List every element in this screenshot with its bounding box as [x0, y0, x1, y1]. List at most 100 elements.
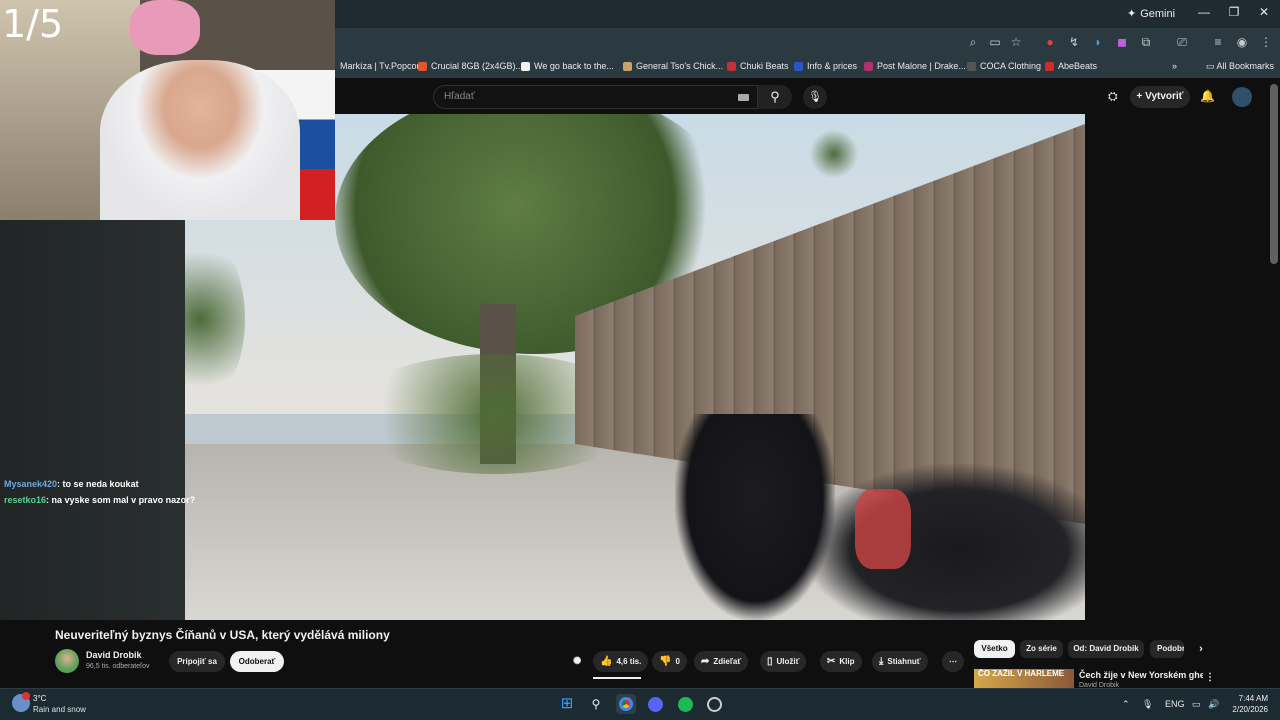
microphone-tray-icon[interactable]: 🎙 — [1142, 699, 1153, 710]
bookmark-favicon — [418, 61, 427, 71]
minimize-button[interactable]: — — [1190, 5, 1218, 19]
plus-icon: + — [1136, 91, 1146, 102]
cast-icon[interactable]: ⎚ — [1174, 34, 1190, 50]
bookmark-favicon — [967, 61, 976, 71]
bookmark-item[interactable]: General Tso's Chick... — [623, 61, 723, 71]
ask-ai-button[interactable]: ✺ — [573, 651, 581, 672]
webcam-streamer — [100, 60, 300, 220]
bookmark-item[interactable]: Crucial 8GB (2x4GB)... — [418, 61, 523, 71]
install-icon[interactable]: ▭ — [987, 34, 1003, 50]
keyboard-icon[interactable] — [738, 94, 749, 101]
bookmark-star-icon[interactable]: ☆ — [1008, 34, 1024, 50]
extension-icon[interactable]: ↯ — [1066, 34, 1082, 50]
tray-overflow-icon[interactable]: ⌃ — [1122, 699, 1130, 710]
download-icon: ⤓ — [879, 656, 884, 667]
clip-button[interactable]: ✂ Klip — [820, 651, 862, 672]
chrome-icon[interactable] — [616, 694, 636, 714]
media-icon[interactable]: ≡ — [1210, 34, 1226, 50]
search-button[interactable]: ⚲ — [758, 85, 792, 109]
page-scrollbar[interactable] — [1270, 84, 1278, 264]
sparkle-icon: ✺ — [573, 656, 582, 667]
save-button[interactable]: ▯ Uložiť — [760, 651, 807, 672]
more-actions-button[interactable]: ⋯ — [942, 651, 964, 672]
recommended-thumbnail[interactable]: ČO ZAŽIL V HARLEME — [974, 669, 1074, 688]
bookmark-item[interactable]: We go back to the... — [521, 61, 614, 71]
language-indicator[interactable]: ENG — [1165, 699, 1185, 709]
share-button[interactable]: ➦ Zdieľať — [694, 651, 749, 672]
bookmark-icon: ▯ — [767, 656, 773, 667]
chip-related[interactable]: Podobné — [1150, 640, 1184, 658]
zoom-icon[interactable]: ⌕ — [965, 34, 981, 50]
extensions-puzzle-icon[interactable]: ⧉ — [1138, 34, 1154, 50]
network-icon[interactable]: ▭ — [1192, 699, 1201, 710]
extension-red-icon[interactable]: ● — [1042, 34, 1058, 50]
all-bookmarks-button[interactable]: ▭ All Bookmarks — [1206, 61, 1274, 72]
obs-icon[interactable] — [704, 694, 724, 714]
chat-text: : na vyske som mal v pravo nazor? — [46, 495, 196, 505]
extension-purple-icon[interactable]: ◼ — [1114, 34, 1130, 50]
bookmark-favicon — [623, 61, 632, 71]
bookmark-item[interactable]: Info & prices — [794, 61, 857, 71]
folder-icon: ▭ — [1206, 61, 1217, 71]
extension-blue-icon[interactable]: ◗ — [1090, 34, 1106, 50]
cast-icon[interactable]: ⛭ — [1108, 89, 1118, 104]
avatar[interactable] — [1232, 87, 1252, 107]
bookmark-item[interactable]: AbeBeats — [1045, 61, 1097, 71]
chevron-right-icon[interactable]: › — [1190, 640, 1212, 658]
menu-kebab-icon[interactable]: ⋮ — [1258, 34, 1274, 50]
weather-description[interactable]: Rain and snow — [33, 705, 86, 714]
start-windows-icon[interactable]: ⊞ — [557, 694, 577, 714]
chip-series[interactable]: Zo série — [1020, 640, 1063, 658]
stream-counter: 1/5 — [2, 2, 64, 46]
bookmark-favicon — [1045, 61, 1054, 71]
like-button[interactable]: 👍 4,6 tis. — [593, 651, 649, 672]
bookmarks-overflow-icon[interactable]: » — [1172, 61, 1177, 71]
download-button[interactable]: ⤓ Stiahnuť — [872, 651, 928, 672]
channel-avatar[interactable] — [55, 649, 79, 673]
chat-message: resetko16: na vyske som mal v pravo nazo… — [4, 495, 195, 505]
clock-time: 7:44 AM — [1238, 694, 1268, 703]
video-frame-dog — [675, 414, 835, 620]
chat-text: : to se neda koukat — [57, 479, 139, 489]
video-frame-minibike — [805, 464, 1085, 620]
notifications-bell-icon[interactable]: 🔔 — [1200, 89, 1215, 103]
webcam-overlay: 1/5 — [0, 0, 335, 220]
thumbs-up-icon: 👍 — [600, 656, 613, 667]
weather-temperature[interactable]: 3°C — [33, 694, 46, 703]
bookmark-item[interactable]: COCA Clothing — [967, 61, 1041, 71]
recommended-video-title[interactable]: Čech žije v New Yorském ghettu — [1079, 670, 1216, 680]
create-button[interactable]: + Vytvoriť — [1130, 86, 1190, 108]
share-icon: ➦ — [701, 656, 710, 667]
scissors-icon: ✂ — [827, 656, 836, 667]
voice-search-button[interactable]: 🎙 — [803, 85, 827, 109]
bookmark-item[interactable]: Post Malone | Drake... — [864, 61, 966, 71]
video-frame-bike-seat — [855, 489, 911, 569]
chat-username: Mysanek420 — [4, 479, 58, 489]
dislike-button[interactable]: 👎 0 — [652, 651, 687, 672]
bookmark-favicon — [521, 61, 530, 71]
spotify-icon[interactable] — [675, 694, 695, 714]
maximize-button[interactable]: ❐ — [1220, 5, 1248, 19]
bookmark-item[interactable]: Markíza | Tv.Popcor... — [336, 61, 427, 71]
join-button[interactable]: Pripojiť sa — [169, 651, 225, 672]
bookmark-favicon — [794, 61, 803, 71]
taskbar-search-icon[interactable]: ⚲ — [586, 694, 606, 714]
mic-icon: 🎙 — [808, 91, 822, 103]
chip-from-channel[interactable]: Od: David Drobik — [1068, 640, 1144, 658]
profile-icon[interactable]: ◉ — [1234, 34, 1250, 50]
taskbar-clock[interactable]: 7:44 AM 2/20/2026 — [1228, 693, 1268, 715]
discord-icon[interactable] — [645, 694, 665, 714]
recommended-more-icon[interactable]: ⋮ — [1203, 669, 1217, 687]
search-input[interactable]: Hľadať — [433, 85, 758, 109]
chat-overlay — [0, 220, 185, 620]
subscribed-button[interactable]: Odoberať — [230, 651, 284, 672]
screen: ✦ Gemini — ❐ ✕ ⌕ ▭ ☆ ● ↯ ◗ ◼ ⧉ ⎚ ≡ ◉ ⋮ M… — [0, 0, 1280, 720]
gemini-icon: ✦ — [1127, 8, 1137, 20]
channel-name[interactable]: David Drobik — [86, 650, 142, 660]
thumbs-down-icon: 👎 — [659, 656, 672, 667]
bookmark-item[interactable]: Chuki Beats — [727, 61, 789, 71]
chip-all[interactable]: Všetko — [974, 640, 1015, 658]
close-window-button[interactable]: ✕ — [1250, 5, 1278, 19]
gemini-button[interactable]: ✦ Gemini — [1127, 7, 1175, 21]
volume-icon[interactable]: 🔊 — [1208, 699, 1219, 710]
